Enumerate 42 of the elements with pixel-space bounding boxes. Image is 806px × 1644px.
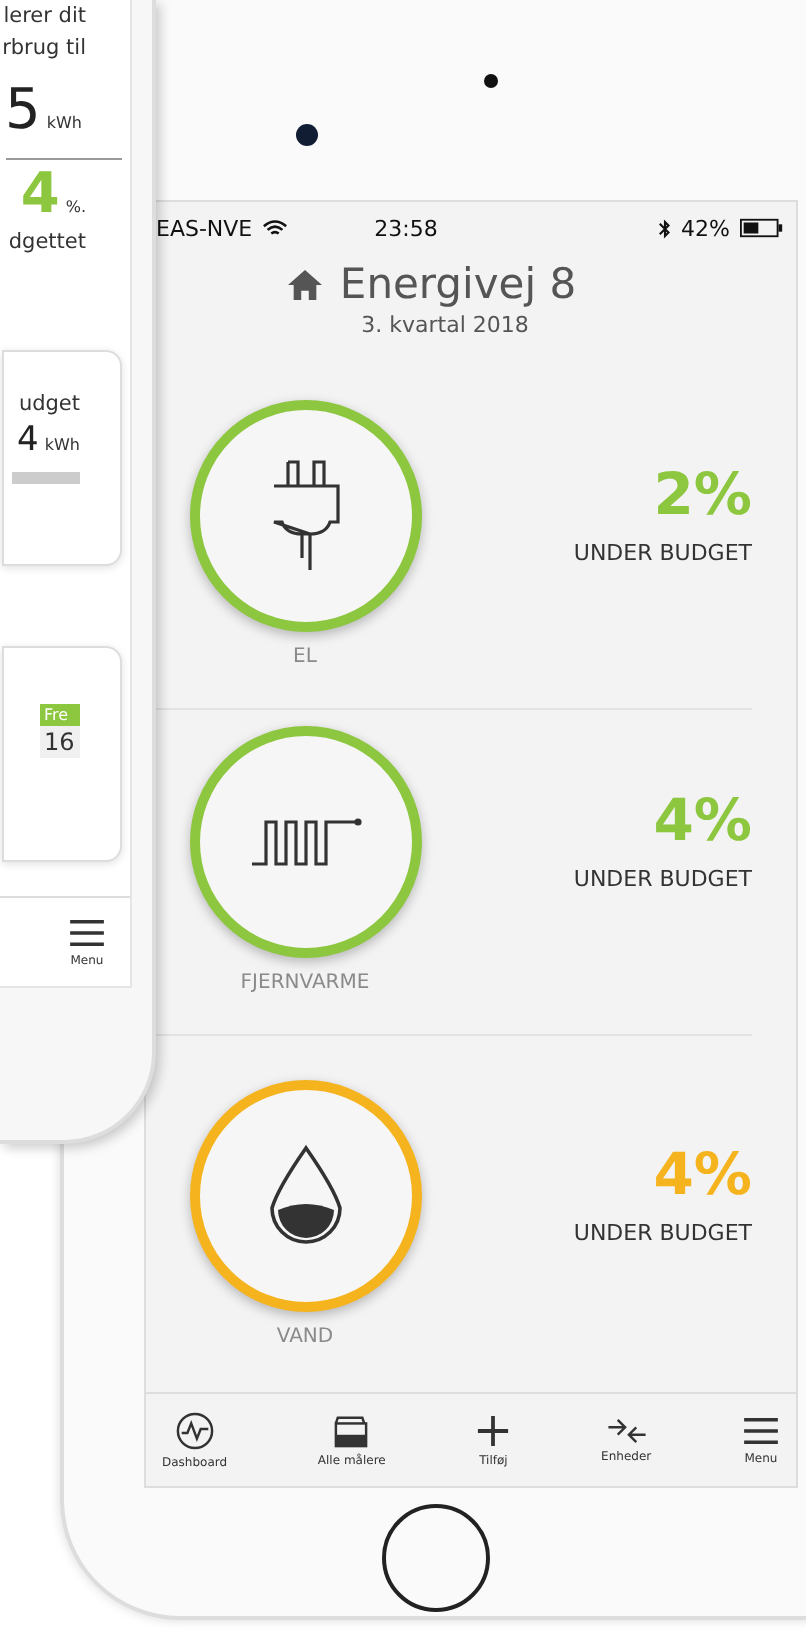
wifi-icon bbox=[262, 218, 289, 238]
budget-caption: UNDER BUDGET bbox=[573, 866, 752, 892]
pulse-icon bbox=[175, 1411, 214, 1449]
converging-arrows-icon bbox=[605, 1417, 648, 1443]
meter-label: VAND bbox=[276, 1326, 334, 1348]
meter-label: EL bbox=[293, 646, 317, 668]
budget-unit: kWh bbox=[44, 436, 80, 454]
date-number: 16 bbox=[40, 726, 80, 758]
battery-icon bbox=[740, 218, 784, 238]
menu-icon bbox=[741, 1415, 780, 1445]
carrier-name: EAS-NVE bbox=[156, 215, 253, 241]
budget-label: udget bbox=[18, 390, 80, 420]
budget-value: 4 bbox=[17, 420, 39, 460]
budget-caption: UNDER BUDGET bbox=[573, 1220, 752, 1246]
budget-percent: 4% bbox=[653, 1140, 752, 1208]
intro-text: lerer dit bbox=[3, 2, 86, 32]
day-label: Fre bbox=[40, 704, 80, 726]
plus-icon bbox=[476, 1413, 511, 1447]
home-button[interactable] bbox=[381, 1504, 489, 1612]
percent-value: 4 bbox=[20, 160, 60, 226]
budget-percent: 4% bbox=[653, 786, 752, 854]
address-title: Energivej 8 bbox=[339, 260, 577, 308]
water-drop-icon bbox=[265, 1144, 345, 1248]
intro-text: rbrug til bbox=[2, 34, 86, 64]
plug-icon bbox=[269, 458, 341, 574]
home-icon bbox=[285, 267, 324, 301]
heating-coil-icon bbox=[249, 816, 361, 868]
camera-dot bbox=[296, 124, 318, 146]
cards-icon bbox=[332, 1413, 371, 1447]
bluetooth-icon bbox=[657, 217, 672, 239]
battery-percent: 42% bbox=[681, 215, 730, 241]
period-subtitle: 3. kvartal 2018 bbox=[359, 312, 529, 338]
budget-percent: 2% bbox=[653, 460, 752, 528]
budget-caption: UNDER BUDGET bbox=[573, 540, 752, 566]
percent-caption: dgettet bbox=[8, 228, 86, 258]
menu-icon bbox=[68, 917, 106, 947]
usage-unit: kWh bbox=[46, 114, 82, 132]
speaker-slot bbox=[484, 74, 498, 88]
meter-label: FJERNVARME bbox=[240, 972, 370, 994]
status-time: 23:58 bbox=[374, 215, 440, 241]
usage-value: 5 bbox=[5, 76, 41, 142]
percent-unit: %. bbox=[65, 198, 86, 216]
